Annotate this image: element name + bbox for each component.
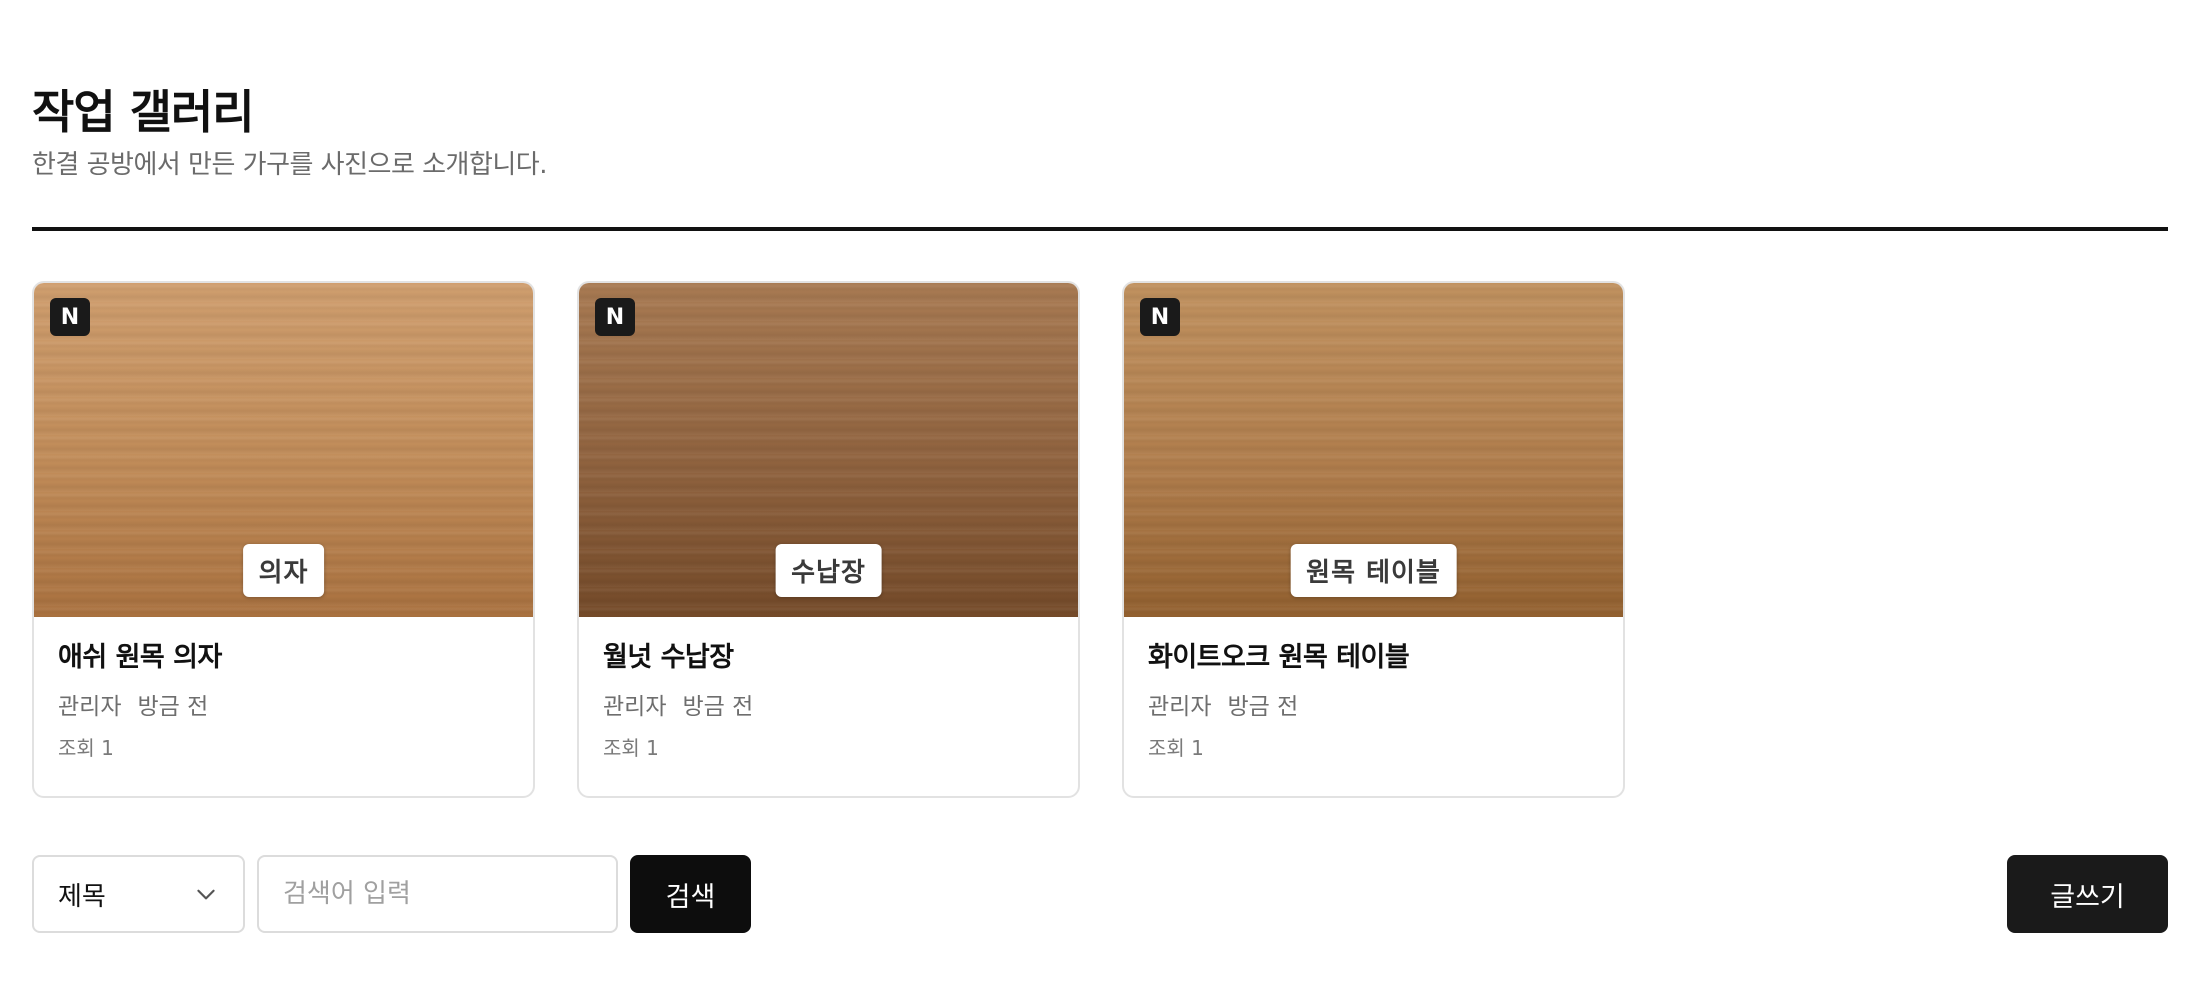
search-field-value: 제목 [58, 881, 106, 912]
search-input[interactable] [257, 855, 618, 933]
new-badge: N [1140, 298, 1180, 336]
card-views: 조회 1 [1148, 736, 1204, 760]
card-meta: 관리자 방금 전 [58, 691, 509, 723]
gallery-card[interactable]: N 수납장 월넛 수납장 관리자 방금 전 조회 1 [577, 281, 1080, 798]
card-author: 관리자 [603, 694, 667, 720]
search-bar: 제목 검색 [32, 855, 751, 933]
card-title[interactable]: 애쉬 원목 의자 [58, 639, 509, 677]
card-thumbnail[interactable]: N 의자 [34, 283, 533, 617]
card-time: 방금 전 [682, 694, 754, 720]
thumbnail-label: 원목 테이블 [1290, 544, 1457, 597]
new-badge: N [50, 298, 90, 336]
card-time: 방금 전 [137, 694, 209, 720]
card-title[interactable]: 월넛 수납장 [603, 639, 1054, 677]
gallery-card[interactable]: N 원목 테이블 화이트오크 원목 테이블 관리자 방금 전 조회 1 [1122, 281, 1625, 798]
search-button[interactable]: 검색 [630, 855, 751, 933]
card-meta: 관리자 방금 전 [1148, 691, 1599, 723]
new-badge: N [595, 298, 635, 336]
gallery-grid: N 의자 애쉬 원목 의자 관리자 방금 전 조회 1 N 수납장 월넛 수납장 … [32, 281, 1625, 798]
page-header: 작업 갤러리 한결 공방에서 만든 가구를 사진으로 소개합니다. [32, 80, 2168, 184]
card-author: 관리자 [58, 694, 122, 720]
thumbnail-label: 의자 [242, 544, 325, 597]
card-thumbnail[interactable]: N 수납장 [579, 283, 1078, 617]
card-views: 조회 1 [58, 736, 114, 760]
card-views: 조회 1 [603, 736, 659, 760]
gallery-page: 작업 갤러리 한결 공방에서 만든 가구를 사진으로 소개합니다. N 의자 애… [32, 0, 2168, 1000]
header-divider [32, 227, 2168, 231]
card-body: 애쉬 원목 의자 관리자 방금 전 조회 1 [34, 617, 533, 763]
card-time: 방금 전 [1227, 694, 1299, 720]
card-body: 월넛 수납장 관리자 방금 전 조회 1 [579, 617, 1078, 763]
chevron-down-icon [197, 889, 215, 900]
write-button[interactable]: 글쓰기 [2007, 855, 2168, 933]
thumbnail-label: 수납장 [775, 544, 882, 597]
page-title: 작업 갤러리 [32, 85, 255, 139]
search-field-select[interactable]: 제목 [32, 855, 245, 933]
card-body: 화이트오크 원목 테이블 관리자 방금 전 조회 1 [1124, 617, 1623, 763]
card-thumbnail[interactable]: N 원목 테이블 [1124, 283, 1623, 617]
card-meta: 관리자 방금 전 [603, 691, 1054, 723]
gallery-card[interactable]: N 의자 애쉬 원목 의자 관리자 방금 전 조회 1 [32, 281, 535, 798]
card-title[interactable]: 화이트오크 원목 테이블 [1148, 639, 1599, 677]
card-author: 관리자 [1148, 694, 1212, 720]
page-subtitle: 한결 공방에서 만든 가구를 사진으로 소개합니다. [32, 150, 548, 180]
